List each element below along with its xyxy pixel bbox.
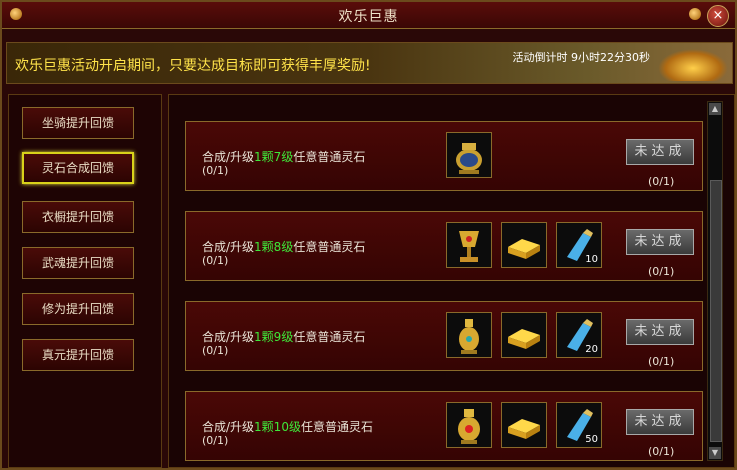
- sidebar-item-wardrobe[interactable]: 衣橱提升回馈: [22, 201, 134, 233]
- reward-count: 50: [585, 434, 598, 445]
- goal-progress-text: (0/1): [202, 344, 229, 357]
- goal-level-highlight: 1颗8级: [254, 240, 294, 254]
- goal-description: 合成/升级1颗10级任意普通灵石: [202, 420, 373, 434]
- scrollbar[interactable]: ▲ ▼: [707, 101, 723, 461]
- not-achieved-button[interactable]: 未达成: [626, 139, 694, 165]
- goal-progress: (0/1): [648, 175, 675, 188]
- reward-count: 20: [585, 344, 598, 355]
- goal-description: 合成/升级1颗9级任意普通灵石: [202, 330, 366, 344]
- goal-list: 合成/升级1颗7级任意普通灵石 (0/1) 未达成 (0/1) 合成/升级1颗8…: [168, 94, 735, 468]
- blue-potion-icon[interactable]: 20: [556, 312, 602, 358]
- not-achieved-button[interactable]: 未达成: [626, 229, 694, 255]
- gold-ingot-icon[interactable]: [501, 402, 547, 448]
- goal-row: 合成/升级1颗10级任意普通灵石 (0/1) 50 未达成 (0/1): [185, 391, 703, 461]
- goal-progress-text: (0/1): [202, 164, 229, 177]
- event-window: 欢乐巨惠 × 欢乐巨惠活动开启期间，只要达成目标即可获得丰厚奖励! 活动倒计时 …: [0, 0, 737, 470]
- category-sidebar: 坐骑提升回馈 灵石合成回馈 衣橱提升回馈 武魂提升回馈 修为提升回馈 真元提升回…: [8, 94, 162, 468]
- reward-count: 10: [585, 254, 598, 265]
- blue-potion-icon[interactable]: 10: [556, 222, 602, 268]
- goal-row: 合成/升级1颗9级任意普通灵石 (0/1) 20 未达成 (0/1): [185, 301, 703, 371]
- goal-level-highlight: 1颗7级: [254, 150, 294, 164]
- goal-row: 合成/升级1颗8级任意普通灵石 (0/1) 10 未达成 (0/1): [185, 211, 703, 281]
- goal-progress: (0/1): [648, 445, 675, 458]
- goal-level-highlight: 1颗9级: [254, 330, 294, 344]
- sidebar-item-true-essence[interactable]: 真元提升回馈: [22, 339, 134, 371]
- golden-vase-icon[interactable]: [446, 312, 492, 358]
- blue-potion-icon[interactable]: 50: [556, 402, 602, 448]
- sidebar-item-cultivation[interactable]: 修为提升回馈: [22, 293, 134, 325]
- not-achieved-button[interactable]: 未达成: [626, 319, 694, 345]
- title-bar: 欢乐巨惠 ×: [2, 2, 735, 29]
- sidebar-item-mount[interactable]: 坐骑提升回馈: [22, 107, 134, 139]
- not-achieved-button[interactable]: 未达成: [626, 409, 694, 435]
- event-banner: 欢乐巨惠活动开启期间，只要达成目标即可获得丰厚奖励! 活动倒计时 9小时22分3…: [6, 42, 733, 84]
- countdown-timer: 活动倒计时 9小时22分30秒: [512, 51, 651, 64]
- treasure-pile-icon: [658, 49, 728, 81]
- gold-ingot-icon[interactable]: [501, 312, 547, 358]
- ruby-vase-icon[interactable]: [446, 402, 492, 448]
- golden-urn-icon[interactable]: [446, 132, 492, 178]
- goal-level-highlight: 1颗10级: [254, 420, 301, 434]
- window-title: 欢乐巨惠: [338, 9, 399, 25]
- scroll-thumb[interactable]: [710, 180, 722, 442]
- goal-progress-text: (0/1): [202, 434, 229, 447]
- goal-progress: (0/1): [648, 355, 675, 368]
- banner-text: 欢乐巨惠活动开启期间，只要达成目标即可获得丰厚奖励!: [15, 58, 371, 74]
- sidebar-item-war-soul[interactable]: 武魂提升回馈: [22, 247, 134, 279]
- scroll-down-icon[interactable]: ▼: [709, 447, 721, 459]
- goal-progress: (0/1): [648, 265, 675, 278]
- corner-gem-icon: [689, 8, 701, 20]
- goal-description: 合成/升级1颗8级任意普通灵石: [202, 240, 366, 254]
- scroll-up-icon[interactable]: ▲: [709, 103, 721, 115]
- sidebar-item-spirit-stone[interactable]: 灵石合成回馈: [22, 152, 134, 184]
- golden-chalice-icon[interactable]: [446, 222, 492, 268]
- gold-ingot-icon[interactable]: [501, 222, 547, 268]
- goal-description: 合成/升级1颗7级任意普通灵石: [202, 150, 366, 164]
- close-button[interactable]: ×: [707, 5, 729, 27]
- goal-row: 合成/升级1颗7级任意普通灵石 (0/1) 未达成 (0/1): [185, 121, 703, 191]
- goal-progress-text: (0/1): [202, 254, 229, 267]
